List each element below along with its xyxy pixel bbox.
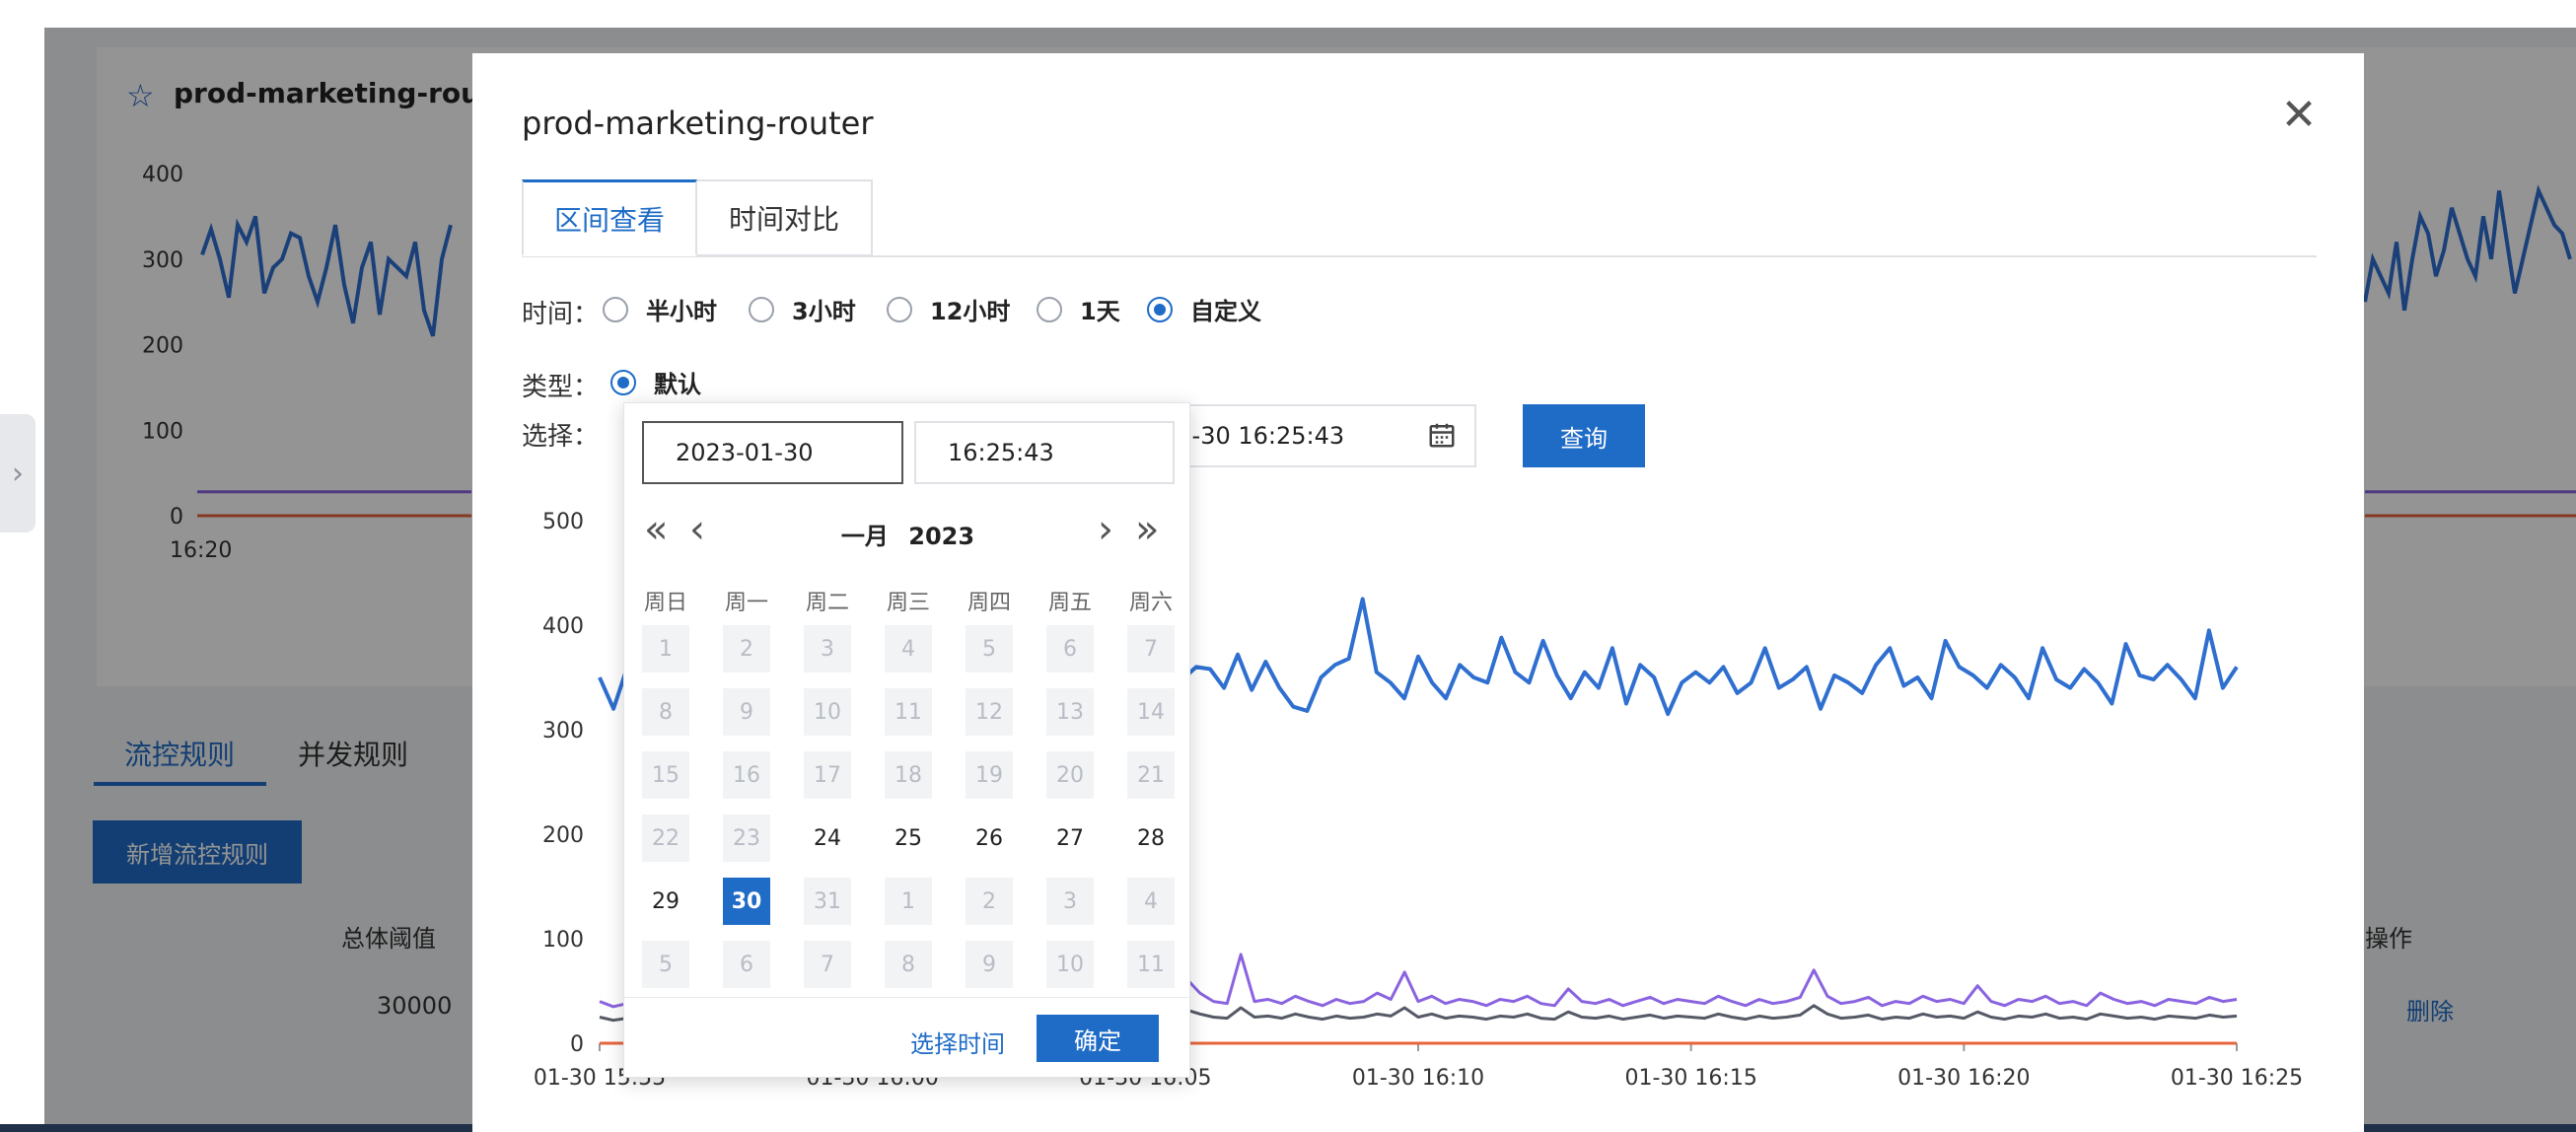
calendar-day[interactable]: 24: [804, 814, 851, 862]
x-tick-label: 01-30 16:15: [1625, 1066, 1757, 1091]
calendar-day: 16: [723, 751, 770, 799]
calendar-day[interactable]: 29: [642, 878, 689, 925]
month-label[interactable]: 一月: [841, 523, 889, 550]
select-time-link[interactable]: 选择时间: [910, 1025, 1005, 1059]
next-year-icon[interactable]: »: [1135, 510, 1159, 549]
weekday-label: 周一: [724, 591, 768, 615]
confirm-button[interactable]: 确定: [1037, 1015, 1159, 1062]
calendar-day: 19: [966, 751, 1013, 799]
calendar-day: 7: [1127, 625, 1175, 672]
calendar-day: 13: [1046, 688, 1094, 736]
calendar-day: 4: [885, 625, 932, 672]
weekday-label: 周五: [1047, 591, 1092, 615]
weekday-label: 周日: [643, 591, 687, 615]
weekday-label: 周二: [805, 591, 849, 615]
calendar-day: 5: [642, 941, 689, 988]
calendar-day: 12: [966, 688, 1013, 736]
calendar-day: 31: [804, 878, 851, 925]
calendar-day: 22: [642, 814, 689, 862]
calendar-day: 5: [966, 625, 1013, 672]
calendar-day: 9: [723, 688, 770, 736]
calendar-day: 21: [1127, 751, 1175, 799]
calendar-day: 17: [804, 751, 851, 799]
picker-time-input[interactable]: 16:25:43: [914, 421, 1175, 484]
calendar-day: 8: [642, 688, 689, 736]
calendar-day: 3: [1046, 878, 1094, 925]
calendar-day[interactable]: 25: [885, 814, 932, 862]
calendar-day: 6: [723, 941, 770, 988]
calendar-day: 15: [642, 751, 689, 799]
year-label[interactable]: 2023: [908, 523, 974, 550]
calendar-day: 4: [1127, 878, 1175, 925]
calendar-day: 10: [804, 688, 851, 736]
calendar-day[interactable]: 30: [723, 878, 770, 925]
calendar-day[interactable]: 26: [966, 814, 1013, 862]
picker-footer-divider: [624, 997, 1191, 998]
calendar-day: 1: [885, 878, 932, 925]
calendar-day: 11: [1127, 941, 1175, 988]
calendar-day: 2: [966, 878, 1013, 925]
calendar-day: 1: [642, 625, 689, 672]
calendar-day: 18: [885, 751, 932, 799]
y-tick-label: 400: [542, 614, 584, 639]
calendar-day: 7: [804, 941, 851, 988]
calendar-day[interactable]: 27: [1046, 814, 1094, 862]
calendar-day: 23: [723, 814, 770, 862]
x-tick-label: 01-30 16:20: [1897, 1066, 2030, 1091]
weekday-label: 周四: [966, 591, 1011, 615]
next-month-icon[interactable]: ›: [1098, 510, 1113, 549]
calendar-day: 11: [885, 688, 932, 736]
x-tick-label: 01-30 16:25: [2171, 1066, 2303, 1091]
x-tick-label: 01-30 16:10: [1352, 1066, 1484, 1091]
calendar-day: 14: [1127, 688, 1175, 736]
calendar-day: 8: [885, 941, 932, 988]
picker-date-input[interactable]: 2023-01-30: [642, 421, 903, 484]
calendar-day: 10: [1046, 941, 1094, 988]
calendar-day: 2: [723, 625, 770, 672]
calendar-day: 3: [804, 625, 851, 672]
calendar-day: 20: [1046, 751, 1094, 799]
y-tick-label: 0: [570, 1032, 584, 1057]
y-tick-label: 500: [542, 510, 584, 534]
weekday-label: 周三: [886, 591, 930, 615]
y-tick-label: 100: [542, 928, 584, 953]
calendar-day: 6: [1046, 625, 1094, 672]
traffic-line-chart: 500400300200100001-30 15:55 01-30 16:00 01…: [534, 510, 2303, 1091]
calendar-day: 9: [966, 941, 1013, 988]
weekday-label: 周六: [1128, 591, 1173, 615]
date-picker-popup: 2023-01-30 16:25:43 « ‹ 一月 2023 › » 周日 周一…: [623, 402, 1191, 1078]
y-tick-label: 200: [542, 823, 584, 848]
y-tick-label: 300: [542, 719, 584, 743]
calendar-day[interactable]: 28: [1127, 814, 1175, 862]
tab-range-view[interactable]: 区间查看: [522, 179, 697, 256]
